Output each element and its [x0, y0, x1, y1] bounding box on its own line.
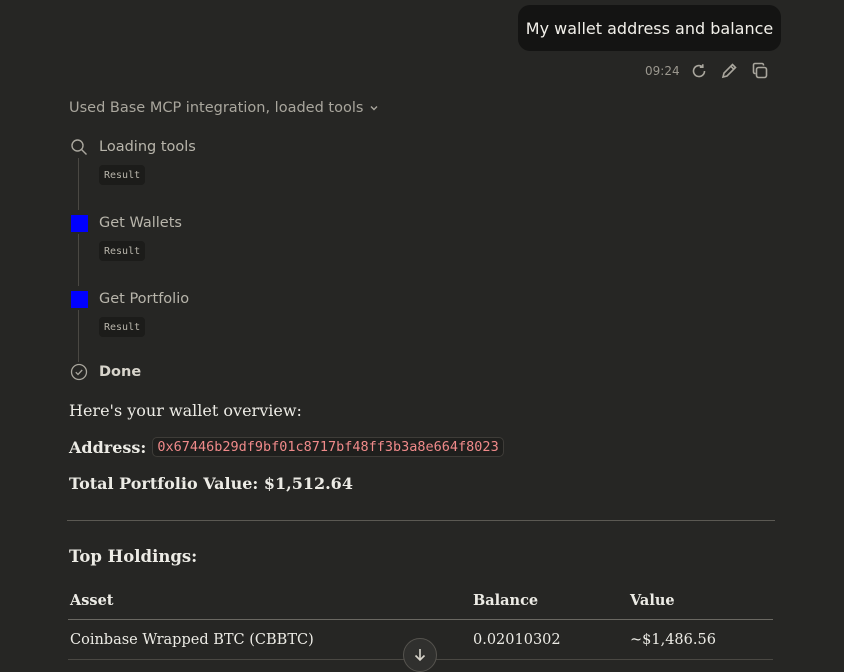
address-line: Address: 0x67446b29df9bf01c8717bf48ff3b3…	[69, 437, 504, 457]
copy-icon	[752, 62, 768, 79]
timeline-connector	[78, 234, 79, 286]
total-portfolio-value: Total Portfolio Value: $1,512.64	[69, 474, 353, 493]
user-message-bubble: My wallet address and balance	[518, 5, 781, 51]
divider	[67, 520, 775, 521]
column-header-balance: Balance	[471, 581, 628, 620]
timeline-connector	[78, 310, 79, 362]
tool-step-label: Get Portfolio	[99, 291, 190, 307]
user-message-text: My wallet address and balance	[525, 18, 774, 38]
tool-step-done: Done	[69, 362, 141, 382]
chevron-down-icon	[370, 106, 378, 111]
check-circle-icon	[69, 362, 89, 382]
tool-marker-icon	[69, 289, 89, 309]
copy-button[interactable]	[744, 60, 775, 82]
response-intro: Here's your wallet overview:	[69, 401, 302, 420]
retry-button[interactable]	[683, 60, 714, 82]
tool-step-loading-tools[interactable]: Loading tools	[69, 137, 196, 157]
message-time: 09:24	[645, 64, 680, 78]
retry-icon	[692, 64, 705, 78]
search-icon	[69, 137, 89, 157]
tool-use-summary-text: Used Base MCP integration, loaded tools	[69, 100, 364, 116]
table-header-row: Asset Balance Value	[68, 581, 773, 620]
tool-step-get-portfolio[interactable]: Get Portfolio	[69, 289, 189, 309]
pencil-icon	[722, 63, 737, 79]
tool-use-summary-toggle[interactable]: Used Base MCP integration, loaded tools	[69, 100, 379, 116]
done-label: Done	[99, 364, 142, 380]
message-actions: 09:24	[645, 60, 775, 82]
address-label: Address:	[69, 437, 147, 457]
tool-step-get-wallets[interactable]: Get Wallets	[69, 213, 182, 233]
column-header-asset: Asset	[68, 581, 471, 620]
tool-marker-icon	[69, 213, 89, 233]
cell-value: ~$1,486.56	[628, 619, 773, 660]
tool-step-label: Get Wallets	[99, 215, 182, 231]
cell-balance: 0.02010302	[471, 619, 628, 660]
tool-result-chip[interactable]: Result	[99, 241, 146, 261]
edit-button[interactable]	[714, 60, 745, 82]
column-header-value: Value	[628, 581, 773, 620]
tool-result-chip[interactable]: Result	[99, 165, 146, 185]
tool-result-chip[interactable]: Result	[99, 317, 146, 337]
arrow-down-icon	[414, 649, 426, 662]
timeline-connector	[78, 158, 79, 210]
tool-step-label: Loading tools	[99, 139, 196, 155]
scroll-to-bottom-button[interactable]	[403, 638, 437, 672]
holdings-heading: Top Holdings:	[69, 547, 198, 566]
address-value: 0x67446b29df9bf01c8717bf48ff3b3a8e664f80…	[152, 437, 504, 457]
